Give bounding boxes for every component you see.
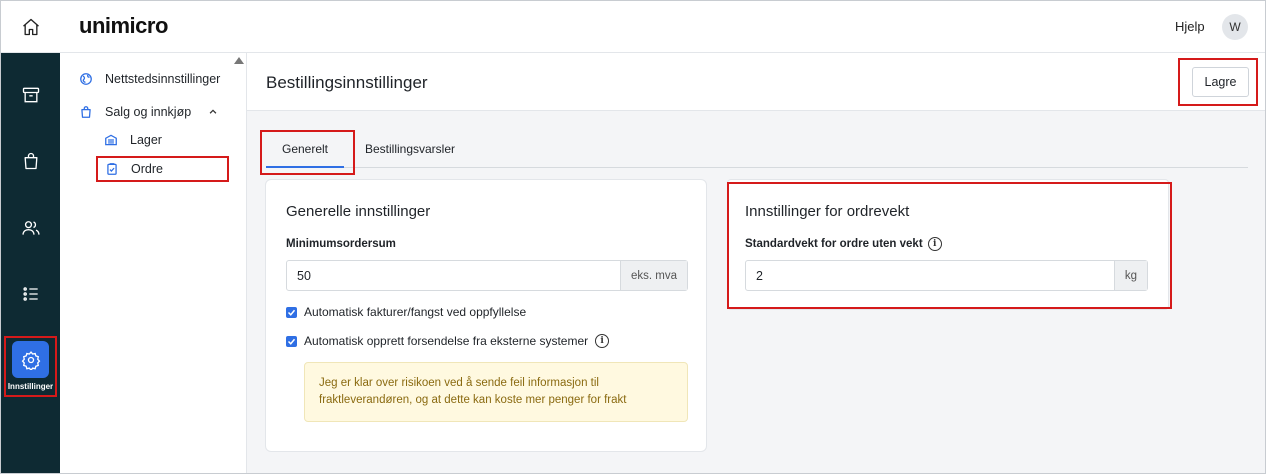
chevron-up-icon[interactable] — [208, 107, 218, 117]
sidenav-item-label: Ordre — [131, 162, 163, 176]
risk-warning-box: Jeg er klar over risikoen ved å sende fe… — [304, 362, 688, 422]
checkbox-label: Automatisk opprett forsendelse fra ekste… — [304, 334, 589, 348]
sidenav-item-label: Lager — [130, 133, 162, 147]
checkbox-label: Automatisk fakturer/fangst ved oppfyllel… — [304, 305, 527, 319]
page-title: Bestillingsinnstillinger — [266, 73, 428, 92]
min-order-sum-input[interactable] — [287, 261, 620, 290]
globe-icon — [80, 73, 92, 85]
auto-shipment-checkbox-row[interactable]: Automatisk opprett forsendelse fra ekste… — [286, 334, 610, 348]
auto-invoice-checkbox[interactable] — [286, 306, 297, 318]
settings-side-nav: Nettstedsinnstillinger Salg og innkjøp L… — [60, 53, 247, 473]
help-link[interactable]: Hjelp — [1175, 19, 1205, 34]
users-icon — [21, 220, 40, 235]
rail-item-settings[interactable]: Innstillinger — [4, 336, 57, 397]
rail-item-list[interactable] — [11, 274, 50, 313]
settings-button[interactable] — [12, 341, 49, 378]
info-icon[interactable]: i — [595, 334, 610, 348]
auto-invoice-checkbox-row[interactable]: Automatisk fakturer/fangst ved oppfyllel… — [286, 305, 526, 319]
clipboard-check-icon — [107, 163, 117, 175]
top-bar: unimicro Hjelp W — [1, 1, 1265, 53]
main-nav-rail: Innstillinger — [1, 53, 60, 473]
main-content: Bestillingsinnstillinger Lagre Generelt … — [247, 53, 1265, 473]
gear-icon — [21, 350, 40, 370]
tab-generelt[interactable]: Generelt — [260, 130, 355, 175]
user-avatar[interactable]: W — [1222, 14, 1248, 40]
sidenav-item-salg[interactable]: Salg og innkjøp — [79, 105, 239, 119]
tab-bestillingsvarsler[interactable]: Bestillingsvarsler — [360, 131, 460, 167]
warning-text: Jeg er klar over risikoen ved å sende fe… — [319, 377, 627, 406]
tab-highlight — [260, 130, 355, 175]
page-header: Bestillingsinnstillinger Lagre — [247, 53, 1265, 111]
home-button[interactable] — [1, 1, 60, 53]
checkmark-icon — [287, 338, 296, 345]
save-highlight: Lagre — [1178, 58, 1258, 106]
sidenav-item-label: Salg og innkjøp — [105, 105, 192, 119]
home-icon — [22, 18, 39, 36]
sidenav-item-ordre-row: Ordre — [105, 162, 163, 176]
tab-bar: Generelt Bestillingsvarsler — [260, 130, 1248, 175]
shopping-bag-icon — [81, 106, 91, 118]
card-title: Generelle innstillinger — [286, 203, 431, 220]
sidenav-item-lager[interactable]: Lager — [104, 133, 162, 147]
settings-label: Innstillinger — [7, 382, 54, 391]
sidenav-item-ordre[interactable]: Ordre — [96, 156, 229, 182]
sidenav-item-nettsted[interactable]: Nettstedsinnstillinger — [79, 72, 220, 86]
list-icon — [22, 286, 38, 301]
tab-label: Bestillingsvarsler — [364, 142, 456, 156]
save-button[interactable]: Lagre — [1192, 67, 1249, 97]
scroll-up-arrow-icon[interactable] — [234, 57, 244, 64]
order-weight-highlight — [727, 182, 1172, 309]
checkmark-icon — [287, 309, 296, 316]
rail-item-archive[interactable] — [11, 75, 50, 114]
rail-item-users[interactable] — [11, 208, 50, 247]
field-label: Minimumsordersum — [286, 238, 396, 250]
sidenav-item-label: Nettstedsinnstillinger — [105, 72, 221, 86]
shopping-bag-icon — [24, 152, 37, 169]
rail-item-sales[interactable] — [11, 141, 50, 180]
warehouse-icon — [105, 134, 117, 146]
auto-shipment-checkbox[interactable] — [286, 335, 297, 347]
archive-icon — [22, 87, 39, 102]
min-order-sum-field: eks. mva — [286, 260, 688, 291]
input-suffix: eks. mva — [620, 261, 687, 290]
app-window: unimicro Hjelp W Innstillinger Nettsteds… — [0, 0, 1266, 474]
brand-logo[interactable]: unimicro — [79, 13, 168, 39]
general-settings-card: Generelle innstillinger Minimumsordersum… — [265, 179, 707, 452]
